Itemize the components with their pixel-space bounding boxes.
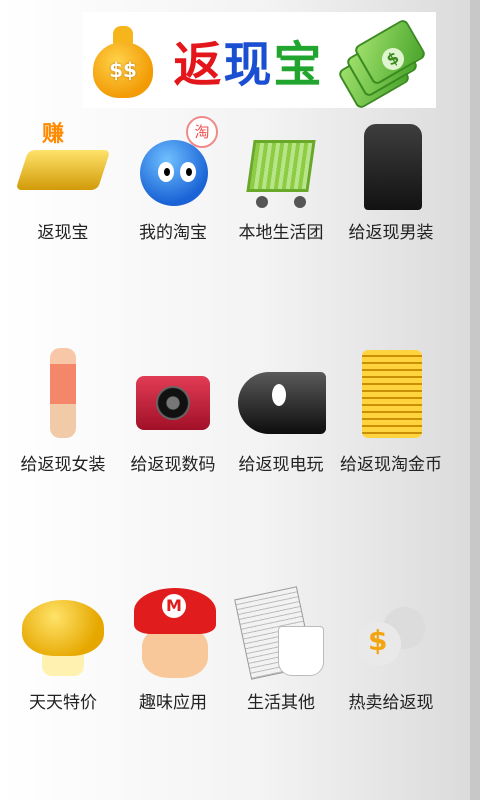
grid-item-men-clothing[interactable]: 给返现男装: [336, 110, 446, 247]
grid-item-my-taobao[interactable]: 淘 我的淘宝: [118, 110, 228, 247]
grid-item-taobao-coins[interactable]: 给返现淘金币: [336, 342, 446, 479]
grid-item-hot-sale[interactable]: $ 热卖给返现: [336, 580, 446, 717]
gold-bar-icon: 赚: [15, 110, 111, 210]
golden-mushroom-icon: [18, 580, 108, 680]
app-banner: $$ 返现宝 $: [83, 12, 436, 111]
grid-item-label: 本地生活团: [238, 223, 324, 243]
grid-item-games[interactable]: 给返现电玩: [226, 342, 336, 479]
grid-item-fanxianbao[interactable]: 赚 返现宝: [8, 110, 118, 247]
men-coat-icon: [346, 110, 436, 210]
money-sign: $: [368, 624, 388, 657]
newspaper-coffee-icon: [234, 580, 326, 680]
grid-item-digital[interactable]: 给返现数码: [118, 342, 228, 479]
camera-icon: [128, 342, 218, 442]
grid-item-label: 趣味应用: [139, 693, 207, 713]
grid-item-label: 返现宝: [37, 223, 89, 243]
cash-icon: $: [337, 17, 427, 111]
taobao-badge: 淘: [186, 116, 218, 148]
taobao-mascot-icon: 淘: [128, 110, 218, 210]
money-bag-icon: $$: [91, 20, 155, 100]
grid-item-label: 天天特价: [29, 693, 97, 713]
title-char-3: 宝: [273, 37, 324, 93]
grid-item-label: 给返现电玩: [238, 455, 324, 475]
scrollbar-track: [470, 0, 480, 800]
grid-item-daily-deals[interactable]: 天天特价: [8, 580, 118, 717]
grid-item-fun-apps[interactable]: M 趣味应用: [118, 580, 228, 717]
grid-item-label: 我的淘宝: [139, 223, 207, 243]
earn-badge: 赚: [42, 122, 65, 147]
grid-item-label: 生活其他: [247, 693, 315, 713]
category-grid: 赚 返现宝 淘 我的淘宝 本地生活团 给返现男装 给返现女装 给返现数码 给返现…: [0, 110, 470, 800]
grid-item-life-other[interactable]: 生活其他: [226, 580, 336, 717]
mario-icon: M: [128, 580, 218, 680]
app-title: 返现宝: [173, 25, 323, 95]
grid-item-label: 给返现数码: [130, 455, 216, 475]
bullet-bill-icon: [236, 342, 326, 442]
bag-symbol: $$: [109, 58, 137, 82]
grid-item-women-clothing[interactable]: 给返现女装: [8, 342, 118, 479]
grid-item-local-life[interactable]: 本地生活团: [226, 110, 336, 247]
money-bags-icon: $: [346, 580, 436, 680]
title-char-2: 现: [223, 37, 274, 93]
women-fashion-icon: [18, 342, 108, 442]
grid-item-label: 热卖给返现: [348, 693, 434, 713]
gold-coins-icon: [346, 342, 436, 442]
mario-cap-letter: M: [162, 594, 186, 618]
grid-item-label: 给返现男装: [348, 223, 434, 243]
shopping-cart-icon: [236, 110, 326, 210]
grid-item-label: 给返现女装: [20, 455, 106, 475]
grid-item-label: 给返现淘金币: [340, 455, 442, 475]
title-char-1: 返: [173, 37, 224, 93]
